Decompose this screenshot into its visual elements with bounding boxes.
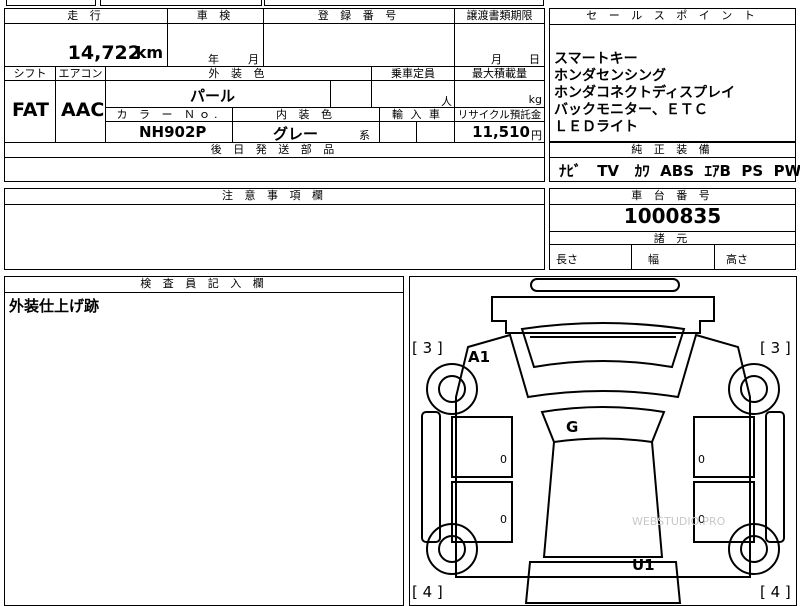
dimensions-header: 諸 元 [550, 231, 795, 245]
exterior-color-cell: パール [106, 81, 331, 108]
inspection-year: 年 [208, 53, 219, 66]
exterior-color-extra-cell [331, 81, 372, 108]
aircon-cell: AAC [56, 81, 106, 142]
front-right-tire-mark: [ 3 ] [760, 339, 791, 357]
aircon-header: エアコン [56, 67, 106, 81]
transfer-deadline-header: 譲渡書類期限 [455, 9, 544, 24]
inspector-note: 外装仕上げ跡 [9, 297, 100, 315]
front-left-tire-mark: [ 3 ] [412, 339, 443, 357]
inspector-header: 検 査 員 記 入 欄 [5, 277, 403, 293]
equipment-tv: TV [597, 162, 620, 180]
shift-value: FAT [12, 99, 49, 121]
rear-left-tire-mark: [ 4 ] [412, 583, 443, 601]
registration-cell [264, 24, 455, 67]
inspection-cell: 年 月 [168, 24, 264, 67]
chassis-header: 車 台 番 号 [550, 189, 795, 205]
door-zero-mark: 0 [500, 453, 507, 466]
notes-box: 注 意 事 項 欄 [4, 188, 545, 270]
sales-point-item: ホンダセンシング [554, 68, 666, 84]
exterior-color-header: 外 装 色 [106, 67, 372, 81]
sales-point-item: スマートキー [554, 51, 638, 67]
sales-point-item: ホンダコネクトディスプレイ [554, 85, 736, 101]
capacity-cell: 人 [372, 81, 455, 108]
equipment-header: 純 正 装 備 [550, 143, 795, 158]
import-header: 輸 入 車 [380, 108, 455, 122]
import-cell-a [380, 122, 417, 142]
shift-cell: FAT [5, 81, 56, 142]
dimension-width-label: 幅 [648, 253, 659, 266]
capacity-unit: 人 [441, 95, 452, 108]
equipment-navi: ﾅﾋﾞ [559, 162, 582, 180]
load-cell: kg [455, 81, 544, 108]
dimension-height-label: 高さ [726, 253, 748, 266]
aircon-value: AAC [61, 99, 105, 121]
exterior-color-value: パール [190, 87, 236, 105]
rear-right-tire-mark: [ 4 ] [760, 583, 791, 601]
damage-mark-u1: U1 [632, 556, 655, 574]
equipment-pw: PW [773, 162, 800, 180]
registration-header: 登 録 番 号 [264, 9, 455, 24]
color-no-header: カ ラ ー Ｎｏ. [106, 108, 233, 122]
transfer-cell: 月 日 [455, 24, 544, 67]
chassis-box: 車 台 番 号 1000835 諸 元 長さ 幅 高さ [549, 188, 796, 270]
capacity-header: 乗車定員 [372, 67, 455, 81]
sales-points-header: セ ー ル ス ポ イ ン ト [550, 9, 795, 25]
equipment-leather: ｶﾜ [634, 162, 650, 180]
load-unit: kg [528, 93, 542, 106]
recycle-value: 11,510 [472, 123, 530, 141]
equipment-abs: ABS [660, 162, 695, 180]
sales-point-item: バックモニター、ＥＴＣ [554, 102, 708, 118]
import-cell-b [417, 122, 455, 142]
recycle-unit: 円 [531, 129, 542, 142]
equipment-list: ﾅﾋﾞ TV ｶﾜ ABS ｴｱB PS PW [559, 160, 800, 181]
notes-header: 注 意 事 項 欄 [5, 189, 544, 205]
sales-point-item: ＬＥＤライト [554, 119, 638, 135]
inspector-box: 検 査 員 記 入 欄 外装仕上げ跡 [4, 276, 404, 606]
recycle-header: リサイクル預託金 [455, 108, 544, 122]
equipment-ps: PS [741, 162, 764, 180]
dimension-length-label: 長さ [556, 253, 578, 266]
inspection-header: 車 検 [168, 9, 264, 24]
mileage-header: 走 行 [5, 9, 168, 24]
recycle-cell: 11,510 円 [455, 122, 544, 142]
interior-color-cell: グレー 系 [233, 122, 380, 143]
color-no-cell: NH902P [106, 122, 233, 142]
shift-header: シフト [5, 67, 56, 81]
damage-mark-a1: A1 [468, 348, 491, 366]
delivery-parts-box: 後 日 発 送 部 品 [4, 142, 545, 182]
watermark: WEBSTUDIO.PRO [632, 515, 726, 528]
vehicle-info-table: 走 行 車 検 登 録 番 号 譲渡書類期限 14,722 km 年 月 月 日… [4, 8, 545, 143]
damage-diagram-box: [ 3 ] [ 3 ] [ 4 ] [ 4 ] A1 G U1 0 0 0 0 … [409, 276, 797, 606]
dimensions-row: 長さ 幅 高さ [550, 245, 795, 269]
equipment-box: 純 正 装 備 ﾅﾋﾞ TV ｶﾜ ABS ｴｱB PS PW [549, 142, 800, 182]
top-strip [0, 0, 800, 6]
color-no-value: NH902P [139, 123, 207, 141]
damage-mark-g: G [566, 418, 579, 436]
transfer-day: 日 [529, 53, 540, 66]
max-load-header: 最大積載量 [455, 67, 544, 81]
door-zero-mark: 0 [698, 453, 705, 466]
mileage-value: 14,722 [67, 42, 141, 64]
car-outline-diagram [421, 278, 785, 604]
interior-color-suffix: 系 [359, 129, 370, 142]
mileage-cell: 14,722 km [5, 24, 168, 67]
interior-color-value: グレー [273, 125, 319, 143]
chassis-value: 1000835 [623, 204, 722, 228]
interior-color-header: 内 装 色 [233, 108, 380, 122]
transfer-month: 月 [491, 53, 502, 66]
delivery-parts-header: 後 日 発 送 部 品 [5, 143, 544, 158]
equipment-airbag: ｴｱB [704, 162, 731, 180]
mileage-unit: km [135, 43, 163, 62]
sales-points-box: セ ー ル ス ポ イ ン ト スマートキー ホンダセンシング ホンダコネクトデ… [549, 8, 796, 142]
door-zero-mark: 0 [500, 513, 507, 526]
inspection-month: 月 [248, 53, 259, 66]
